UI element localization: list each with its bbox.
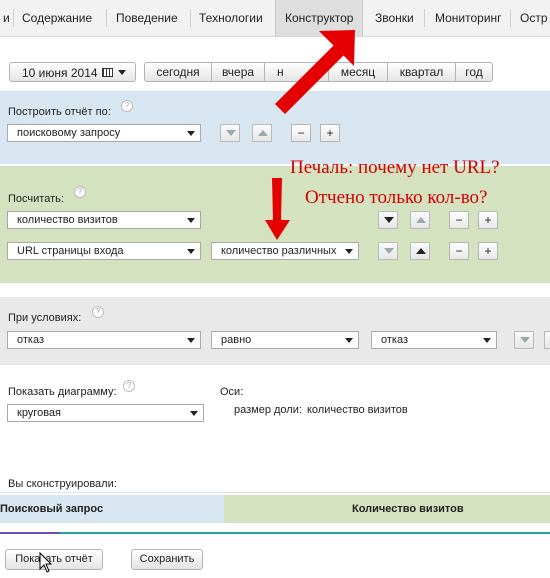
condition-field-select-value: отказ (17, 334, 45, 346)
date-value: 10 июня 2014 (22, 66, 98, 80)
nav-item-partial-left[interactable]: и (3, 0, 10, 36)
metric-select-1-value: количество визитов (17, 214, 118, 226)
nav-separator (190, 9, 191, 27)
chevron-down-icon (345, 338, 353, 343)
period-quarter-button[interactable]: квартал (387, 62, 456, 82)
arrow-down-icon (384, 248, 394, 254)
annotation-line-2: Отчено только кол-во? (305, 187, 488, 208)
metric-aggregate-select-value: количество различных (221, 245, 337, 257)
arrow-down-icon (520, 337, 530, 343)
arrow-down-icon (226, 130, 236, 136)
arrow-down-icon (384, 217, 394, 223)
sort-descending-button[interactable] (378, 211, 398, 229)
save-button[interactable]: Сохранить (131, 549, 203, 570)
conditions-title: При условиях: (8, 312, 82, 324)
arrow-up-icon (416, 248, 426, 254)
metric-select-2-value: URL страницы входа (17, 245, 124, 257)
chevron-down-icon (190, 411, 198, 416)
accent-divider-left (0, 532, 60, 534)
chevron-down-icon (187, 218, 195, 223)
show-report-button[interactable]: Показать отчёт (5, 549, 103, 570)
axes-label: Оси: (220, 386, 244, 398)
annotation-line-1: Печаль: почему нет URL? (290, 157, 500, 178)
build-report-title: Построить отчёт по: (8, 106, 111, 118)
sort-ascending-button[interactable] (252, 124, 272, 142)
share-size-value: количество визитов (307, 404, 408, 416)
metric-select-2[interactable]: URL страницы входа (7, 242, 201, 260)
nav-separator (106, 9, 107, 27)
nav-separator (510, 9, 511, 27)
constructed-label: Вы сконструировали: (8, 478, 117, 490)
add-metric-button[interactable]: + (478, 211, 498, 229)
help-icon[interactable]: ? (74, 186, 86, 198)
chevron-down-icon (483, 338, 491, 343)
help-icon[interactable]: ? (92, 306, 104, 318)
group-by-select[interactable]: поисковому запросу (7, 124, 201, 142)
chevron-down-icon (187, 249, 195, 254)
remove-metric-button[interactable]: − (449, 242, 469, 260)
help-icon[interactable]: ? (123, 380, 135, 392)
date-picker-button[interactable]: 10 июня 2014 (9, 62, 136, 82)
add-grouping-button[interactable]: + (320, 124, 340, 142)
nav-separator (13, 9, 14, 27)
divider (0, 492, 550, 493)
sort-ascending-button[interactable] (410, 242, 430, 260)
chart-type-select-value: круговая (17, 407, 61, 419)
sort-descending-button[interactable] (378, 242, 398, 260)
chevron-down-icon (345, 249, 353, 254)
mouse-cursor-icon (39, 552, 52, 573)
nav-item-monitoring[interactable]: Мониторинг (435, 0, 502, 36)
nav-item-technologies[interactable]: Технологии (199, 0, 263, 36)
sort-descending-button[interactable] (220, 124, 240, 142)
column-header-visits[interactable]: Количество визитов (352, 496, 464, 523)
sort-descending-button[interactable] (514, 331, 534, 349)
arrow-up-icon (416, 217, 426, 223)
annotation-arrow-icon (265, 178, 290, 240)
remove-metric-button[interactable]: − (449, 211, 469, 229)
condition-operator-select-value: равно (221, 334, 252, 346)
condition-value-select-value: отказ (381, 334, 409, 346)
chevron-down-icon (118, 70, 126, 75)
condition-value-select[interactable]: отказ (371, 331, 497, 349)
help-icon[interactable]: ? (121, 100, 133, 112)
chart-type-select[interactable]: круговая (7, 404, 204, 422)
annotation-arrow-icon (275, 30, 355, 114)
chevron-down-icon (187, 338, 195, 343)
accent-divider (0, 532, 550, 534)
sort-ascending-button[interactable] (544, 331, 550, 349)
chart-title: Показать диаграмму: (8, 386, 117, 398)
metric-aggregate-select[interactable]: количество различных (211, 242, 359, 260)
condition-operator-select[interactable]: равно (211, 331, 359, 349)
nav-item-behavior[interactable]: Поведение (116, 0, 178, 36)
share-size-label: размер доли: (234, 404, 302, 416)
condition-field-select[interactable]: отказ (7, 331, 201, 349)
nav-item-content[interactable]: Содержание (22, 0, 92, 36)
add-metric-button[interactable]: + (478, 242, 498, 260)
nav-separator (424, 9, 425, 27)
count-title: Посчитать: (8, 193, 64, 205)
sort-ascending-button[interactable] (410, 211, 430, 229)
nav-item-calls[interactable]: Звонки (375, 0, 414, 36)
calendar-icon (102, 68, 113, 77)
nav-item-partial-right[interactable]: Остр (520, 0, 548, 36)
group-by-select-value: поисковому запросу (17, 127, 121, 139)
column-header-search-query[interactable]: Поисковый запрос (0, 496, 103, 523)
period-today-button[interactable]: сегодня (144, 62, 212, 82)
arrow-up-icon (258, 130, 268, 136)
metric-select-1[interactable]: количество визитов (7, 211, 201, 229)
period-year-button[interactable]: год (455, 62, 493, 82)
chevron-down-icon (187, 131, 195, 136)
remove-grouping-button[interactable]: − (291, 124, 311, 142)
